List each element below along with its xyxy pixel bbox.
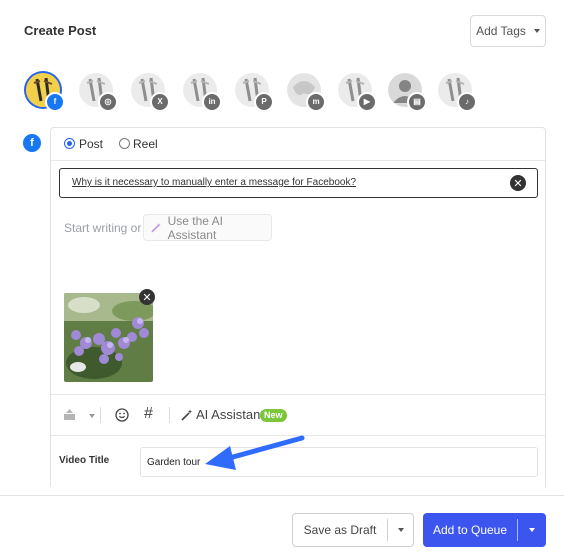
account-avatar-x[interactable]: X: [131, 73, 170, 112]
close-icon[interactable]: ✕: [510, 175, 526, 191]
post-radio[interactable]: [64, 138, 75, 149]
save-draft-label: Save as Draft: [303, 523, 377, 537]
mastodon-icon: m: [306, 92, 326, 112]
account-avatar-linkedin[interactable]: in: [183, 73, 222, 112]
post-type-row: Post Reel: [51, 128, 545, 161]
hashtag-icon[interactable]: #: [144, 405, 153, 423]
instagram-icon: ◎: [98, 92, 118, 112]
facebook-notice: Why is it necessary to manually enter a …: [59, 168, 538, 198]
facebook-icon: f: [23, 134, 41, 152]
account-avatar-mastodon[interactable]: m: [287, 73, 326, 112]
add-tags-label: Add Tags: [476, 24, 526, 38]
remove-media-icon[interactable]: ✕: [139, 289, 155, 305]
x-icon: X: [150, 92, 170, 112]
reel-radio-label[interactable]: Reel: [133, 137, 158, 151]
flower-image: [64, 293, 153, 382]
facebook-icon: f: [45, 92, 65, 112]
upload-icon[interactable]: [63, 409, 76, 421]
account-avatar-youtube[interactable]: ▶: [338, 73, 377, 112]
save-draft-button[interactable]: Save as Draft: [292, 513, 414, 547]
tiktok-icon: ♪: [457, 92, 477, 112]
reel-radio[interactable]: [119, 138, 130, 149]
composer-placeholder[interactable]: Start writing or: [64, 221, 141, 235]
account-avatar-tiktok[interactable]: ♪: [438, 73, 477, 112]
linkedin-icon: in: [202, 92, 222, 112]
add-tags-button[interactable]: Add Tags: [470, 15, 546, 47]
magic-wand-icon: [181, 409, 192, 421]
youtube-icon: ▶: [357, 92, 377, 112]
chevron-down-icon: [529, 528, 535, 532]
account-avatar-instagram[interactable]: ◎: [79, 73, 118, 112]
magic-wand-icon: [151, 222, 161, 232]
chevron-down-icon: [533, 29, 540, 33]
annotation-arrow-icon: [205, 435, 305, 470]
account-avatar-facebook[interactable]: f: [26, 73, 65, 112]
save-draft-dropdown[interactable]: [388, 528, 413, 532]
add-to-queue-dropdown[interactable]: [518, 528, 546, 532]
media-thumbnail[interactable]: [64, 293, 153, 382]
chevron-down-icon[interactable]: [89, 414, 95, 418]
add-to-queue-label: Add to Queue: [432, 523, 508, 537]
ai-assistant-toolbar-button[interactable]: AI Assistant: [196, 407, 264, 422]
account-avatar-pinterest[interactable]: P: [235, 73, 274, 112]
ai-assistant-label: Use the AI Assistant: [167, 213, 223, 242]
pinterest-icon: P: [254, 92, 274, 112]
footer-divider: [0, 495, 564, 496]
google-business-icon: ▤: [407, 92, 427, 112]
emoji-icon[interactable]: [115, 408, 129, 422]
page-title: Create Post: [24, 23, 97, 38]
ai-assistant-button[interactable]: Use the AI Assistant: [143, 213, 272, 242]
add-to-queue-button[interactable]: Add to Queue: [423, 513, 546, 547]
account-avatar-google-business[interactable]: ▤: [388, 73, 427, 112]
video-title-label: Video Title: [59, 455, 110, 466]
notice-link[interactable]: Why is it necessary to manually enter a …: [72, 177, 356, 188]
post-radio-label[interactable]: Post: [79, 137, 103, 151]
new-badge: New: [260, 409, 287, 422]
chevron-down-icon: [397, 528, 404, 532]
